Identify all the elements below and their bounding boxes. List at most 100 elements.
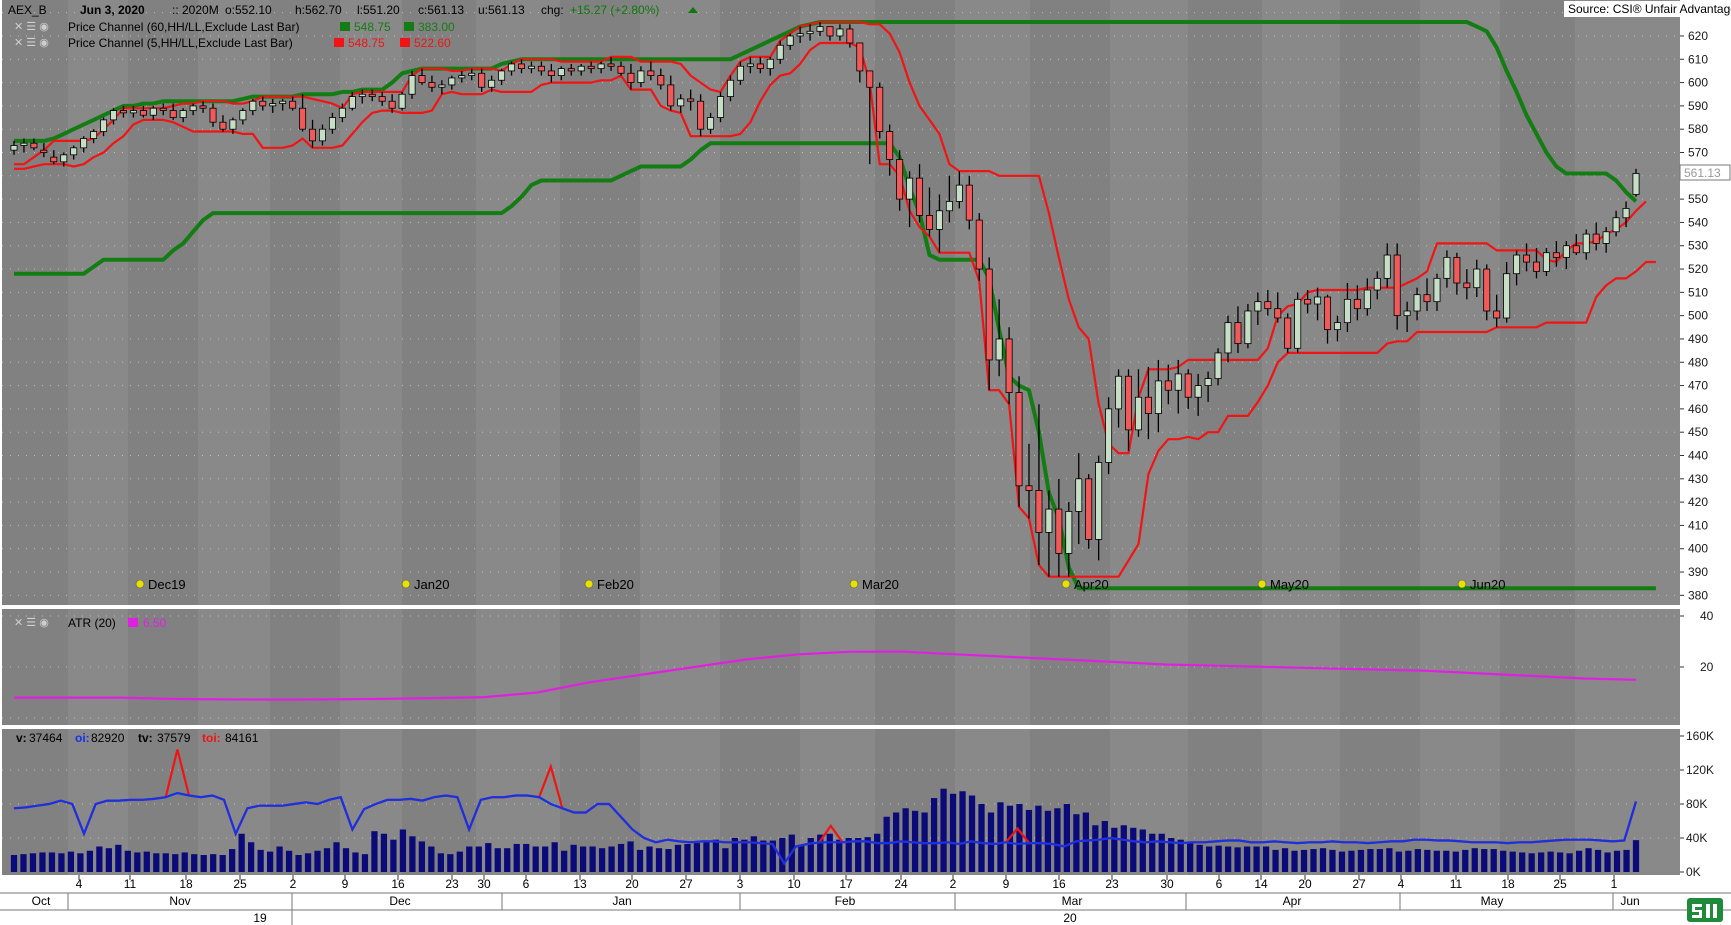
day-tick-label: 13 xyxy=(573,877,587,891)
candle-up xyxy=(717,96,725,118)
volume-bar xyxy=(200,855,207,872)
candle-up xyxy=(766,58,774,69)
volume-bar xyxy=(1519,852,1526,872)
candle-up xyxy=(746,63,754,67)
volume-bar xyxy=(1481,849,1488,872)
day-tick-label: 16 xyxy=(391,877,405,891)
month-marker-label: Jan20 xyxy=(414,577,449,592)
vol-tick-label: 120K xyxy=(1686,763,1714,777)
last-price-tag: 561.13 xyxy=(1679,164,1731,181)
candle-down xyxy=(1483,268,1491,312)
indicator-menu-icon-2[interactable]: ✕ ☰ ◉ xyxy=(14,37,49,49)
candle-up xyxy=(179,110,187,118)
candle-down xyxy=(1284,317,1292,349)
price-tick-label: 510 xyxy=(1688,285,1708,299)
volume-bar xyxy=(1338,851,1346,872)
candle-up xyxy=(149,107,157,116)
volume-bar xyxy=(513,843,520,872)
month-label: May xyxy=(1481,894,1504,908)
candle-up xyxy=(1343,298,1351,324)
candle-up xyxy=(1513,254,1521,275)
header-contract: :: 2020M xyxy=(172,3,219,17)
price-tick-label: 500 xyxy=(1688,309,1708,323)
volume-bar xyxy=(940,788,947,872)
volume-bar xyxy=(48,852,56,872)
volume-bar xyxy=(1149,833,1156,872)
header-unch: u:561.13 xyxy=(478,3,525,17)
month-label: Mar xyxy=(1062,894,1083,908)
candle-down xyxy=(1572,245,1580,254)
day-tick-label: 23 xyxy=(1105,877,1119,891)
volume-bar xyxy=(1243,846,1251,872)
volume-bar xyxy=(1139,829,1146,872)
candle-up xyxy=(60,154,68,163)
volume-bar xyxy=(646,846,653,872)
volume-bar xyxy=(712,839,720,872)
candle-down xyxy=(756,63,764,69)
candle-up xyxy=(995,338,1003,361)
volume-bar xyxy=(248,842,255,872)
candle-down xyxy=(119,110,127,114)
volume-bar xyxy=(191,854,198,872)
candle-up xyxy=(1473,268,1481,289)
month-marker-dot xyxy=(401,579,411,589)
candle-up xyxy=(110,110,117,121)
candle-down xyxy=(428,82,436,88)
day-tick-label: 11 xyxy=(1450,877,1463,891)
price-tick-label: 600 xyxy=(1688,76,1708,90)
volume-bar xyxy=(1500,850,1507,872)
candle-up xyxy=(906,177,914,200)
volume-bar xyxy=(1528,853,1535,872)
day-tick-label: 2 xyxy=(950,877,957,891)
volume-bar xyxy=(1566,853,1573,872)
candle-down xyxy=(687,98,695,102)
volume-bar xyxy=(1092,825,1099,872)
candle-up xyxy=(1433,277,1441,303)
candle-down xyxy=(1423,294,1431,303)
candle-up xyxy=(448,77,456,86)
volume-bar xyxy=(1044,810,1052,872)
atr-value: 6.50 xyxy=(143,616,167,630)
candle-up xyxy=(1503,273,1511,319)
month-marker-label: Feb20 xyxy=(597,577,634,592)
volume-bar xyxy=(361,854,369,872)
volume-bar xyxy=(266,851,274,872)
month-label: Jun xyxy=(1620,894,1639,908)
volume-bar xyxy=(1471,848,1478,872)
candle-up xyxy=(1105,408,1113,463)
candle-up xyxy=(786,35,794,46)
volume-bar xyxy=(1101,821,1108,872)
volume-bar xyxy=(1291,850,1298,872)
price-tick-label: 490 xyxy=(1688,332,1708,346)
volume-bar xyxy=(1386,848,1393,872)
indicator-menu-icon[interactable]: ✕ ☰ ◉ xyxy=(14,21,49,33)
pc60-label: Price Channel (60,HH/LL,Exclude Last Bar… xyxy=(68,20,299,34)
volume-bar xyxy=(1585,848,1592,872)
day-tick-label: 17 xyxy=(839,877,853,891)
vol-tick-label: 160K xyxy=(1686,729,1714,743)
candle-down xyxy=(985,268,993,361)
candle-up xyxy=(458,75,466,79)
candle-up xyxy=(348,96,356,109)
candle-up xyxy=(527,65,535,69)
indicator-menu-icon-3[interactable]: ✕ ☰ ◉ xyxy=(14,617,49,629)
header-symbol: AEX_B xyxy=(8,3,47,17)
volume-bar xyxy=(1490,849,1497,872)
volume-bar xyxy=(1196,844,1203,872)
volume-bar xyxy=(627,841,634,872)
volume-bar xyxy=(352,852,359,872)
candle-down xyxy=(289,100,297,109)
volume-bar xyxy=(1405,850,1412,872)
volume-bar xyxy=(1329,849,1336,872)
volume-bar xyxy=(883,816,890,872)
volume-bar xyxy=(1016,804,1023,872)
volume-bar xyxy=(10,855,18,872)
candle-up xyxy=(816,26,824,32)
candle-up xyxy=(488,79,496,88)
candle-down xyxy=(1493,310,1501,319)
candle-up xyxy=(1214,352,1222,379)
volume-bar xyxy=(172,854,179,872)
candle-down xyxy=(846,28,854,44)
pc60-lower-swatch xyxy=(404,22,414,31)
candle-up xyxy=(1602,231,1610,244)
